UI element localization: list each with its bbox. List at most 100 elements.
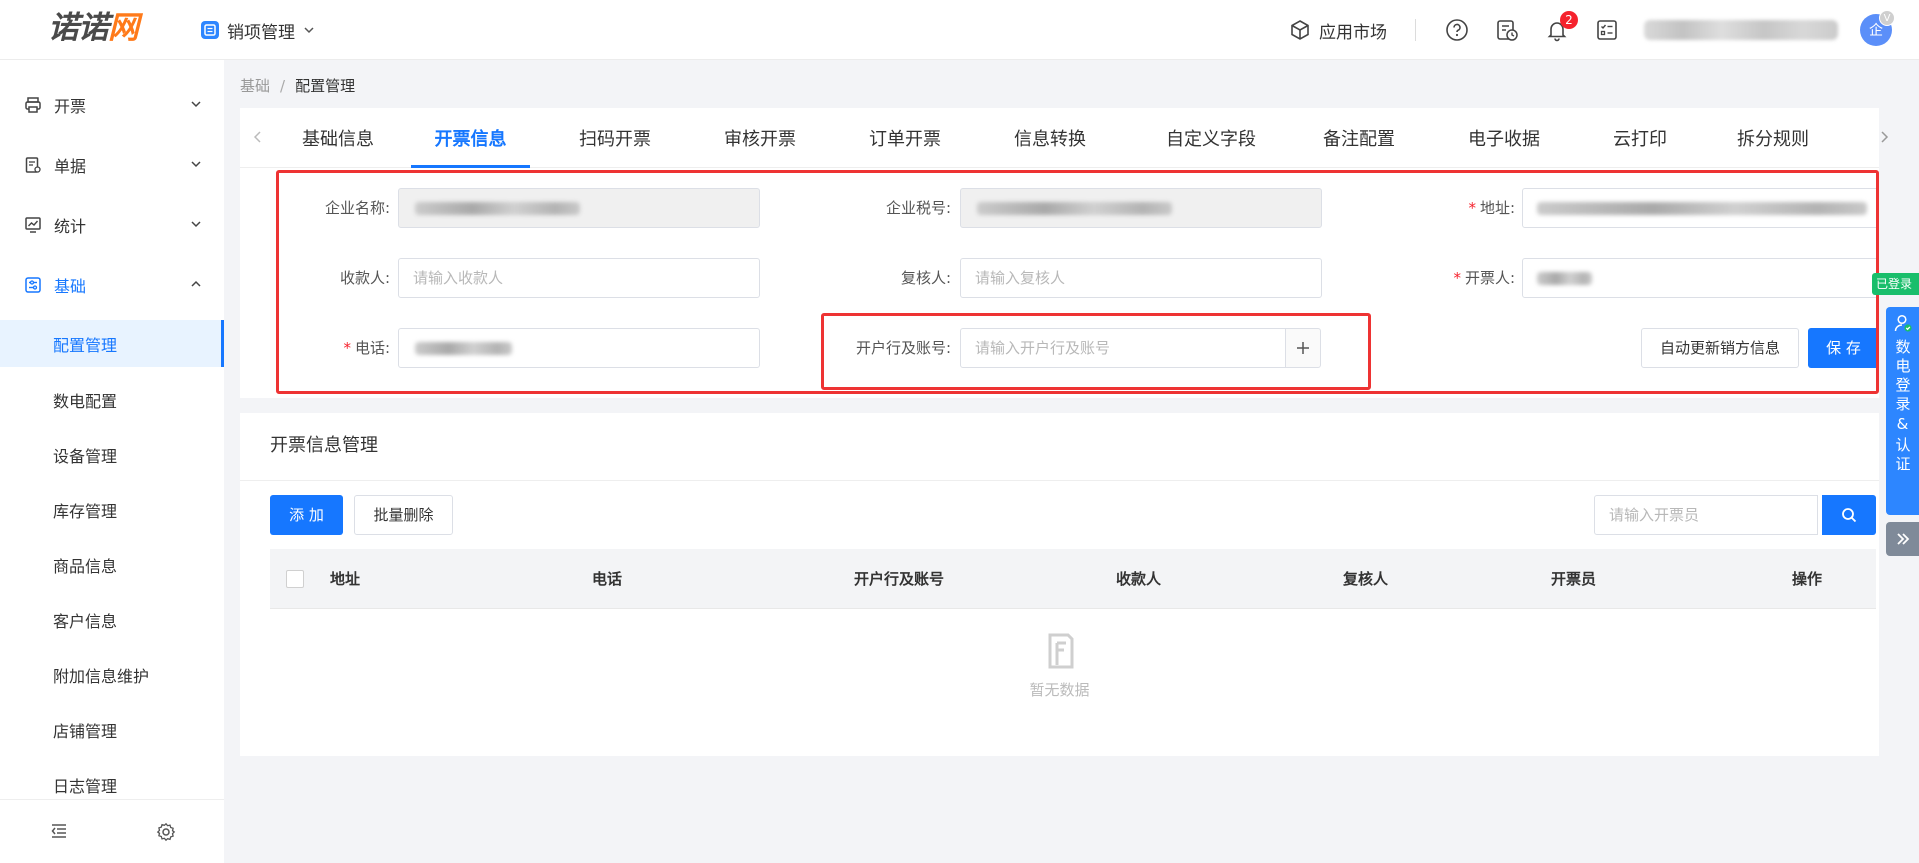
- help-icon[interactable]: [1444, 17, 1470, 43]
- header-divider: [1415, 19, 1416, 41]
- breadcrumb-root[interactable]: 基础: [240, 77, 270, 95]
- digital-login-auth-button[interactable]: 数电登录&认证: [1886, 307, 1919, 515]
- tab-review-invoice[interactable]: 审核开票: [704, 108, 816, 168]
- address-label: * 地址:: [1400, 188, 1515, 228]
- drawer-search-input[interactable]: [1594, 495, 1818, 535]
- todo-list-icon[interactable]: [1594, 17, 1620, 43]
- add-bank-account-button[interactable]: [1285, 328, 1321, 368]
- phone-field[interactable]: [398, 328, 760, 368]
- task-clock-icon[interactable]: [1494, 17, 1520, 43]
- logo-accent: 网: [108, 10, 139, 46]
- bell-icon[interactable]: 2: [1544, 11, 1578, 43]
- empty-text: 暂无数据: [1029, 681, 1090, 699]
- sidebar-item-stores[interactable]: 店铺管理: [0, 706, 224, 753]
- sidebar-group-documents[interactable]: 单据: [0, 142, 224, 188]
- document-icon: [25, 157, 41, 173]
- collapse-menu-icon[interactable]: [50, 822, 68, 840]
- batch-delete-button[interactable]: 批量删除: [354, 495, 453, 535]
- tab-invoice-info[interactable]: 开票信息: [411, 108, 530, 168]
- expand-panel-button[interactable]: [1886, 522, 1919, 556]
- chevron-down-icon: [304, 27, 314, 34]
- auto-update-seller-button[interactable]: 自动更新销方信息: [1641, 328, 1799, 368]
- logo-main: 诺诺: [48, 10, 109, 46]
- sidebar-group-invoicing[interactable]: 开票: [0, 82, 224, 128]
- cube-icon: [1291, 20, 1309, 40]
- sidebar-item-device[interactable]: 设备管理: [0, 431, 224, 478]
- column-reviewer: 复核人: [1343, 570, 1389, 588]
- tab-info-convert[interactable]: 信息转换: [994, 108, 1106, 168]
- breadcrumb: 基础 / 配置管理: [240, 75, 355, 96]
- empty-state: 暂无数据: [240, 633, 1879, 700]
- search-button[interactable]: [1822, 495, 1876, 535]
- sidebar-item-products[interactable]: 商品信息: [0, 541, 224, 588]
- address-label-text: 地址:: [1479, 199, 1515, 217]
- payee-label: 收款人:: [339, 269, 390, 287]
- top-header: 诺诺网 销项管理 应用市场 2 企 V: [0, 0, 1919, 60]
- tab-custom-fields[interactable]: 自定义字段: [1146, 108, 1276, 168]
- required-mark: *: [1468, 199, 1476, 217]
- table-header: 地址 电话 开户行及账号 收款人 复核人 开票员 操作: [270, 549, 1876, 609]
- gear-icon[interactable]: [156, 822, 176, 842]
- sidebar-item-extra-info[interactable]: 附加信息维护: [0, 651, 224, 698]
- tax-no-field[interactable]: [960, 188, 1322, 228]
- digital-login-label: 数电登录&认证: [1893, 339, 1912, 475]
- section-divider: [240, 480, 1879, 481]
- drawer-field[interactable]: [1522, 258, 1879, 298]
- printer-icon: [25, 97, 41, 113]
- avatar[interactable]: 企 V: [1860, 10, 1895, 46]
- settings-sliders-icon: [25, 277, 41, 293]
- sidebar-group-basics[interactable]: 基础: [0, 262, 224, 308]
- logged-in-badge[interactable]: 已登录: [1872, 273, 1919, 295]
- tab-scan-invoice[interactable]: 扫码开票: [559, 108, 671, 168]
- account-name-redacted[interactable]: [1644, 20, 1838, 40]
- sidebar-item-inventory[interactable]: 库存管理: [0, 486, 224, 533]
- address-field[interactable]: [1522, 188, 1879, 228]
- phone-label-text: 电话:: [354, 339, 390, 357]
- required-mark: *: [1453, 269, 1461, 287]
- tab-e-receipt[interactable]: 电子收据: [1448, 108, 1560, 168]
- bank-account-field[interactable]: [960, 328, 1286, 368]
- tab-remark-config[interactable]: 备注配置: [1303, 108, 1415, 168]
- empty-data-icon: [1048, 633, 1073, 669]
- reviewer-field[interactable]: [960, 258, 1322, 298]
- column-actions: 操作: [1792, 570, 1823, 588]
- add-button[interactable]: 添 加: [270, 495, 343, 535]
- app-market-link[interactable]: 应用市场: [1289, 18, 1387, 43]
- reviewer-label: 复核人:: [900, 269, 951, 287]
- sidebar-group-label: 单据: [54, 157, 87, 176]
- app-market-label: 应用市场: [1319, 22, 1387, 43]
- app-name: 销项管理: [227, 22, 295, 43]
- sidebar-group-statistics[interactable]: 统计: [0, 202, 224, 248]
- company-name-field[interactable]: [398, 188, 760, 228]
- tab-scroll-right-icon[interactable]: [1878, 130, 1890, 144]
- vip-badge: V: [1879, 10, 1895, 26]
- sidebar-item-digital-config[interactable]: 数电配置: [0, 376, 224, 423]
- search-icon: [1842, 508, 1857, 523]
- sidebar-item-customers[interactable]: 客户信息: [0, 596, 224, 643]
- column-drawer: 开票员: [1551, 570, 1597, 588]
- breadcrumb-current: 配置管理: [295, 77, 356, 95]
- save-button[interactable]: 保 存: [1808, 328, 1879, 368]
- sidebar-group-label: 统计: [54, 217, 87, 236]
- phone-label: * 电话:: [290, 328, 390, 368]
- app-switcher[interactable]: 销项管理: [201, 12, 315, 48]
- brand-logo[interactable]: 诺诺网: [48, 8, 139, 48]
- payee-field[interactable]: [398, 258, 760, 298]
- sidebar-footer: [0, 799, 224, 863]
- plus-icon: [1297, 342, 1309, 354]
- tab-scroll-left-icon[interactable]: [252, 130, 264, 144]
- tab-order-invoice[interactable]: 订单开票: [849, 108, 961, 168]
- double-chevron-right-icon: [1896, 533, 1909, 545]
- chevron-down-icon: [191, 101, 201, 108]
- config-tabs: 基础信息 开票信息 扫码开票 审核开票 订单开票 信息转换 自定义字段 备注配置…: [240, 108, 1889, 168]
- app-grid-icon: [201, 21, 219, 39]
- tab-split-rules[interactable]: 拆分规则: [1717, 108, 1829, 168]
- chart-icon: [25, 217, 41, 233]
- select-all-checkbox[interactable]: [286, 570, 304, 588]
- required-mark: *: [343, 339, 351, 357]
- invoice-info-management-panel: 开票信息管理 添 加 批量删除 地址 电话 开户行及账号 收款人 复核人 开票员…: [240, 413, 1879, 756]
- tab-cloud-print[interactable]: 云打印: [1592, 108, 1688, 168]
- sidebar-item-config[interactable]: 配置管理: [0, 320, 224, 367]
- drawer-label: * 开票人:: [1400, 258, 1515, 298]
- tab-basic-info[interactable]: 基础信息: [280, 108, 396, 168]
